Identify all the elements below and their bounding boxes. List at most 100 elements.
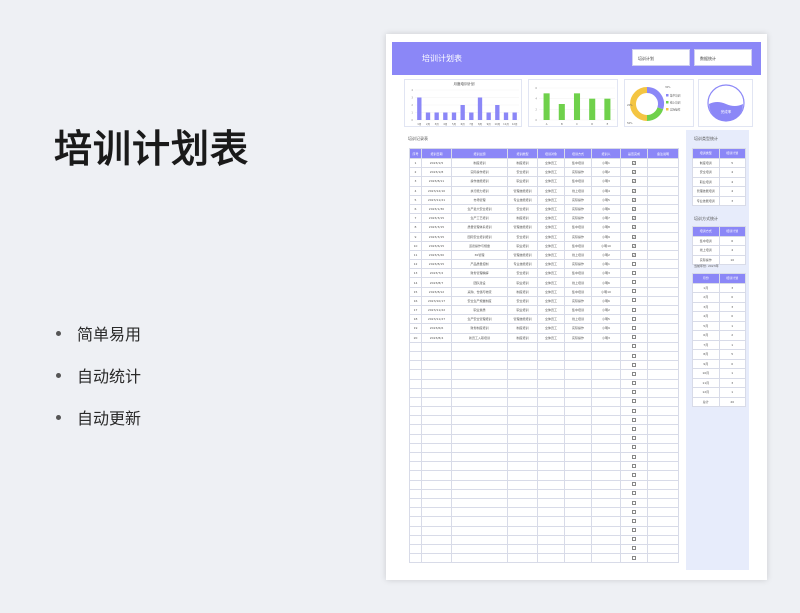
table-cell[interactable]: [620, 424, 648, 435]
completion-checkbox[interactable]: [620, 295, 648, 307]
completion-checkbox[interactable]: ✓: [620, 167, 648, 178]
table-cell[interactable]: [620, 433, 648, 444]
completion-checkbox[interactable]: [620, 323, 648, 334]
completion-checkbox[interactable]: ✓: [620, 213, 648, 224]
table-cell[interactable]: [620, 360, 648, 371]
table-cell[interactable]: [620, 341, 648, 352]
checkbox-icon[interactable]: [632, 546, 636, 551]
checkbox-icon[interactable]: ✓: [632, 179, 636, 184]
checkbox-icon[interactable]: [632, 509, 636, 514]
checkbox-icon[interactable]: [632, 381, 636, 386]
completion-checkbox[interactable]: ✓: [620, 222, 648, 233]
checkbox-icon[interactable]: [632, 307, 636, 312]
checkbox-icon[interactable]: [632, 445, 636, 450]
checkbox-icon[interactable]: ✓: [632, 225, 636, 230]
completion-checkbox[interactable]: ✓: [620, 203, 648, 215]
table-cell[interactable]: [620, 406, 648, 417]
checkbox-icon[interactable]: [632, 427, 636, 432]
completion-checkbox[interactable]: ✓: [620, 185, 648, 196]
table-row: [409, 488, 679, 499]
table-cell[interactable]: [620, 516, 648, 527]
checkbox-icon[interactable]: ✓: [632, 243, 636, 248]
completion-checkbox[interactable]: ✓: [620, 157, 648, 169]
side-column-header: 培训类型: [692, 148, 720, 159]
completion-checkbox[interactable]: ✓: [620, 249, 648, 261]
completion-checkbox[interactable]: [620, 259, 648, 270]
table-cell[interactable]: [620, 396, 648, 408]
table-cell[interactable]: [620, 534, 648, 545]
table-cell[interactable]: [620, 461, 648, 472]
checkbox-icon[interactable]: ✓: [632, 216, 636, 221]
table-cell: [409, 451, 422, 463]
checkbox-icon[interactable]: [632, 528, 636, 533]
table-cell[interactable]: [620, 507, 648, 518]
table-cell[interactable]: [620, 442, 648, 454]
checkbox-icon[interactable]: ✓: [632, 188, 636, 193]
checkbox-icon[interactable]: [632, 280, 636, 285]
table-cell[interactable]: [620, 369, 648, 380]
side-cell: 9月: [692, 358, 720, 369]
checkbox-icon[interactable]: ✓: [632, 207, 636, 212]
checkbox-icon[interactable]: [632, 353, 636, 358]
table-cell: [647, 341, 679, 352]
y-tick-label: 3: [411, 96, 413, 100]
checkbox-icon[interactable]: [632, 289, 636, 294]
table-cell[interactable]: [620, 387, 648, 398]
checkbox-icon[interactable]: [632, 408, 636, 413]
completion-checkbox[interactable]: ✓: [620, 231, 648, 242]
checkbox-icon[interactable]: [632, 454, 636, 459]
checkbox-icon[interactable]: [632, 344, 636, 349]
completion-checkbox[interactable]: ✓: [620, 194, 648, 205]
checkbox-icon[interactable]: [632, 555, 636, 560]
completion-checkbox[interactable]: [620, 304, 648, 316]
table-cell: [451, 470, 508, 481]
table-cell[interactable]: [620, 488, 648, 499]
checkbox-icon[interactable]: [632, 482, 636, 487]
checkbox-icon[interactable]: ✓: [632, 170, 636, 175]
table-cell[interactable]: [620, 378, 648, 389]
completion-checkbox[interactable]: [620, 268, 648, 279]
checkbox-icon[interactable]: [632, 518, 636, 523]
stats-box[interactable]: 数据统计: [694, 49, 752, 66]
completion-checkbox[interactable]: [620, 314, 648, 325]
checkbox-icon[interactable]: ✓: [632, 197, 636, 202]
table-cell[interactable]: [620, 470, 648, 481]
checkbox-icon[interactable]: [632, 500, 636, 505]
checkbox-icon[interactable]: [632, 261, 636, 266]
completion-checkbox[interactable]: ✓: [620, 240, 648, 251]
checkbox-icon[interactable]: ✓: [632, 161, 636, 166]
checkbox-icon[interactable]: [632, 417, 636, 422]
checkbox-icon[interactable]: [632, 463, 636, 468]
table-cell[interactable]: [620, 350, 648, 362]
checkbox-icon[interactable]: ✓: [632, 252, 636, 257]
table-cell[interactable]: [620, 451, 648, 463]
checkbox-icon[interactable]: [632, 298, 636, 303]
checkbox-icon[interactable]: [632, 335, 636, 340]
checkbox-icon[interactable]: [632, 371, 636, 376]
table-cell[interactable]: [620, 415, 648, 426]
completion-checkbox[interactable]: ✓: [620, 176, 648, 187]
table-cell: [507, 360, 538, 371]
table-cell[interactable]: [620, 525, 648, 536]
x-tick-label: 5月: [452, 122, 457, 126]
table-cell[interactable]: [620, 497, 648, 509]
table-cell[interactable]: [620, 543, 648, 555]
table-cell[interactable]: [620, 553, 648, 564]
plan-box[interactable]: 培训计划: [632, 49, 690, 66]
checkbox-icon[interactable]: [632, 390, 636, 395]
checkbox-icon[interactable]: [632, 399, 636, 404]
checkbox-icon[interactable]: [632, 362, 636, 367]
checkbox-icon[interactable]: [632, 270, 636, 275]
checkbox-icon[interactable]: [632, 472, 636, 477]
checkbox-icon[interactable]: [632, 537, 636, 542]
completion-checkbox[interactable]: [620, 277, 648, 288]
table-cell[interactable]: [620, 479, 648, 490]
checkbox-icon[interactable]: [632, 325, 636, 330]
completion-checkbox[interactable]: [620, 332, 648, 343]
completion-checkbox[interactable]: [620, 286, 648, 297]
checkbox-icon[interactable]: [632, 491, 636, 496]
checkbox-icon[interactable]: [632, 316, 636, 321]
checkbox-icon[interactable]: ✓: [632, 234, 636, 239]
feature-item: 自动统计: [56, 354, 141, 396]
checkbox-icon[interactable]: [632, 436, 636, 441]
